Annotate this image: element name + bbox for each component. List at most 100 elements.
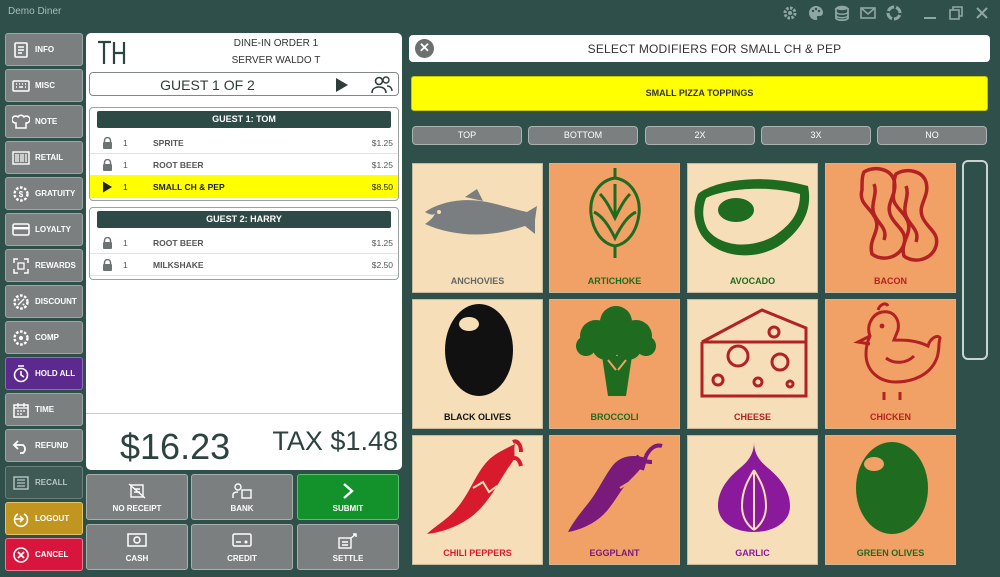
close-modifiers-button[interactable]: ✕ bbox=[415, 39, 434, 58]
credit-icon bbox=[192, 533, 292, 549]
order-item-row[interactable]: 1 MILKSHAKE $2.50 bbox=[90, 254, 398, 276]
toppings-scrollbar[interactable] bbox=[962, 160, 988, 360]
discount-icon bbox=[11, 292, 31, 312]
lock-icon bbox=[102, 236, 113, 249]
position-button-no[interactable]: NO bbox=[877, 126, 987, 145]
sidebar-button-label: CANCEL bbox=[35, 550, 69, 559]
fish-icon bbox=[413, 164, 544, 266]
topping-tile-cheese[interactable]: CHEESE bbox=[687, 299, 818, 429]
sidebar-button-label: NOTE bbox=[35, 117, 58, 126]
submit-button[interactable]: SUBMIT bbox=[297, 474, 399, 520]
keyboard-icon bbox=[11, 76, 31, 96]
palette-icon[interactable] bbox=[806, 3, 826, 23]
calendar-icon bbox=[11, 400, 31, 420]
item-quantity: 1 bbox=[123, 238, 128, 248]
sidebar-button-label: MISC bbox=[35, 81, 55, 90]
sidebar-button-loyalty[interactable]: LOYALTY bbox=[5, 213, 83, 246]
topping-tile-eggplant[interactable]: EGGPLANT bbox=[549, 435, 680, 565]
card-icon bbox=[11, 220, 31, 240]
settle-button[interactable]: SETTLE bbox=[297, 524, 399, 570]
sidebar-button-hold-all[interactable]: HOLD ALL bbox=[5, 357, 83, 390]
garlic-icon bbox=[688, 436, 819, 538]
next-guest-icon[interactable] bbox=[335, 77, 349, 98]
guest-header[interactable]: GUEST 2: HARRY bbox=[97, 211, 391, 228]
action-label: SUBMIT bbox=[332, 504, 364, 513]
topping-tile-chicken[interactable]: CHICKEN bbox=[825, 299, 956, 429]
sidebar-button-note[interactable]: NOTE bbox=[5, 105, 83, 138]
topping-tile-artichoke[interactable]: ARTICHOKE bbox=[549, 163, 680, 293]
artichoke-icon bbox=[550, 164, 681, 266]
topping-tile-garlic[interactable]: GARLIC bbox=[687, 435, 818, 565]
topping-tile-bacon[interactable]: BACON bbox=[825, 163, 956, 293]
item-quantity: 1 bbox=[123, 260, 128, 270]
order-item-row[interactable]: 1 ROOT BEER $1.25 bbox=[90, 154, 398, 176]
broccoli-icon bbox=[550, 300, 681, 402]
qr-icon bbox=[11, 256, 31, 276]
mail-icon[interactable] bbox=[858, 3, 878, 23]
chef-hat-icon bbox=[11, 112, 31, 132]
item-quantity: 1 bbox=[123, 138, 128, 148]
topping-label: ANCHOVIES bbox=[450, 276, 505, 286]
guest-selector[interactable]: GUEST 1 OF 2 bbox=[89, 72, 399, 96]
sidebar-button-recall[interactable]: RECALL bbox=[5, 466, 83, 499]
topping-label: BLACK OLIVES bbox=[443, 412, 511, 422]
topping-tile-black-olives[interactable]: BLACK OLIVES bbox=[412, 299, 543, 429]
topping-tile-anchovies[interactable]: ANCHOVIES bbox=[412, 163, 543, 293]
topping-tile-avocado[interactable]: AVOCADO bbox=[687, 163, 818, 293]
order-item-row[interactable]: 1 SPRITE $1.25 bbox=[90, 132, 398, 154]
sidebar-button-info[interactable]: INFO bbox=[5, 33, 83, 66]
sidebar-button-retail[interactable]: RETAIL bbox=[5, 141, 83, 174]
sidebar-button-label: REWARDS bbox=[35, 261, 76, 270]
sidebar-button-cancel[interactable]: CANCEL bbox=[5, 538, 83, 571]
sidebar-button-logout[interactable]: LOGOUT bbox=[5, 502, 83, 535]
item-price: $1.25 bbox=[371, 138, 393, 148]
database-icon[interactable] bbox=[832, 3, 852, 23]
bank-button[interactable]: BANK bbox=[191, 474, 293, 520]
sidebar-button-label: DISCOUNT bbox=[35, 297, 77, 306]
bacon-icon bbox=[826, 164, 957, 266]
gear-icon[interactable] bbox=[780, 3, 800, 23]
sidebar-button-rewards[interactable]: REWARDS bbox=[5, 249, 83, 282]
sidebar-button-misc[interactable]: MISC bbox=[5, 69, 83, 102]
topping-label: CHEESE bbox=[733, 412, 771, 422]
no-receipt-button[interactable]: NO RECEIPT bbox=[86, 474, 188, 520]
topping-label: GARLIC bbox=[735, 548, 770, 558]
position-button-top[interactable]: TOP bbox=[412, 126, 522, 145]
guests-icon[interactable] bbox=[371, 76, 393, 99]
action-label: SETTLE bbox=[332, 554, 364, 563]
sidebar-button-discount[interactable]: DISCOUNT bbox=[5, 285, 83, 318]
position-button-bottom[interactable]: BOTTOM bbox=[528, 126, 638, 145]
order-item-row[interactable]: 1 SMALL CH & PEP $8.50 bbox=[90, 176, 398, 198]
restore-icon[interactable] bbox=[946, 3, 966, 23]
lock-icon bbox=[102, 258, 113, 271]
topping-label: EGGPLANT bbox=[589, 548, 640, 558]
sidebar-button-label: HOLD ALL bbox=[35, 369, 76, 378]
cash-button[interactable]: CASH bbox=[86, 524, 188, 570]
position-button-3x[interactable]: 3X bbox=[761, 126, 871, 145]
order-item-row[interactable]: 1 ROOT BEER $1.25 bbox=[90, 232, 398, 254]
sidebar-button-label: INFO bbox=[35, 45, 55, 54]
totals-area: $16.23 TAX $1.48 bbox=[86, 413, 402, 470]
minimize-icon[interactable] bbox=[920, 3, 940, 23]
item-quantity: 1 bbox=[123, 160, 128, 170]
modifier-header: ✕ SELECT MODIFIERS FOR SMALL CH & PEP bbox=[409, 35, 990, 62]
avocado-icon bbox=[688, 164, 819, 266]
lifebuoy-icon[interactable] bbox=[884, 3, 904, 23]
eggplant-icon bbox=[550, 436, 681, 538]
topping-tile-broccoli[interactable]: BROCCOLI bbox=[549, 299, 680, 429]
order-total: $16.23 bbox=[120, 426, 231, 467]
sidebar-button-refund[interactable]: REFUND bbox=[5, 429, 83, 462]
topping-label: AVOCADO bbox=[729, 276, 776, 286]
modifier-category-tab[interactable]: SMALL PIZZA TOPPINGS bbox=[411, 76, 988, 111]
sidebar-button-comp[interactable]: COMP bbox=[5, 321, 83, 354]
no-receipt-icon bbox=[87, 483, 187, 499]
position-button-2x[interactable]: 2X bbox=[645, 126, 755, 145]
sidebar-button-gratuity[interactable]: $ GRATUITY bbox=[5, 177, 83, 210]
topping-tile-chili-peppers[interactable]: CHILI PEPPERS bbox=[412, 435, 543, 565]
credit-button[interactable]: CREDIT bbox=[191, 524, 293, 570]
guest-header[interactable]: GUEST 1: TOM bbox=[97, 111, 391, 128]
sidebar-button-time[interactable]: TIME bbox=[5, 393, 83, 426]
guest-selector-label: GUEST 1 OF 2 bbox=[160, 77, 255, 93]
topping-tile-green-olives[interactable]: GREEN OLIVES bbox=[825, 435, 956, 565]
close-icon[interactable] bbox=[972, 3, 992, 23]
